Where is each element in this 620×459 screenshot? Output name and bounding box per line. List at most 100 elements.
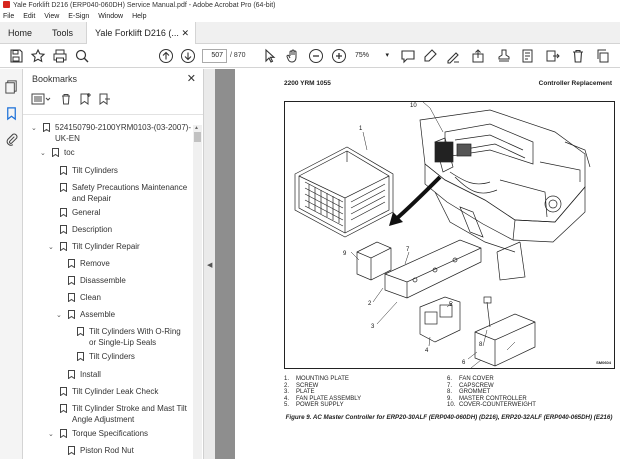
delete-bookmark-icon[interactable] [60, 93, 72, 107]
figure-caption: Figure 9. AC Master Controller for ERP20… [285, 414, 613, 421]
scrollbar-thumb[interactable] [194, 132, 201, 142]
bookmark-item[interactable]: Clean [68, 292, 188, 303]
select-cursor-icon[interactable] [262, 48, 278, 64]
bookmarks-panel-icon[interactable] [4, 106, 19, 121]
bookmark-item[interactable]: Piston Rod Nut [68, 445, 188, 456]
bookmark-icon [68, 293, 75, 302]
chevron-down-icon[interactable]: ⌄ [31, 123, 37, 134]
options-menu-icon[interactable] [31, 93, 51, 107]
window-title-bar: Yale Forklift D216 (ERP040-060DH) Servic… [0, 0, 620, 11]
bookmark-icon [60, 404, 67, 413]
bookmark-label: Clean [80, 293, 101, 302]
bookmark-item[interactable]: Tilt Cylinders [60, 165, 190, 176]
menu-esign[interactable]: E-Sign [68, 13, 89, 20]
search-icon[interactable] [74, 48, 90, 64]
bookmark-icon [60, 242, 67, 251]
hand-tool-icon[interactable] [285, 48, 301, 64]
bookmark-icon [60, 387, 67, 396]
bookmark-star-icon[interactable] [30, 48, 46, 64]
bookmark-item[interactable]: Install [68, 369, 188, 380]
share-icon[interactable] [470, 48, 486, 64]
window-title: Yale Forklift D216 (ERP040-060DH) Servic… [13, 2, 276, 9]
bookmark-item[interactable]: General [60, 207, 190, 218]
collapse-panel-icon[interactable]: ◀ [207, 261, 212, 269]
edit-document-icon[interactable] [520, 48, 536, 64]
pages-thumbnail-icon[interactable] [4, 79, 19, 94]
chevron-down-icon[interactable]: ⌄ [48, 242, 54, 253]
bookmarks-scrollbar[interactable]: ▲ [193, 125, 202, 459]
menu-window[interactable]: Window [98, 13, 123, 20]
bookmark-item[interactable]: Safety Precautions Maintenance and Repai… [60, 182, 190, 204]
chevron-down-icon[interactable]: ⌄ [48, 429, 54, 440]
legend-item: 9. MASTER CONTROLLER [447, 395, 527, 402]
chevron-down-icon[interactable]: ⌄ [56, 310, 62, 321]
callout-5: 5 [449, 302, 453, 308]
legend-item: 3. PLATE [284, 389, 315, 396]
zoom-in-icon[interactable] [331, 48, 347, 64]
chevron-down-icon[interactable]: ⌄ [40, 148, 46, 159]
menu-edit[interactable]: Edit [23, 13, 35, 20]
bookmark-item[interactable]: Description [60, 224, 190, 235]
bookmark-label: Tilt Cylinder Stroke and Mast Tilt Angle… [72, 404, 187, 424]
bookmark-item[interactable]: Tilt Cylinder Stroke and Mast Tilt Angle… [60, 403, 190, 425]
bookmark-icon [60, 225, 67, 234]
legend-item: 7. CAPSCREW [447, 382, 494, 389]
bookmark-icon [68, 370, 75, 379]
comment-icon[interactable] [400, 48, 416, 64]
copy-icon[interactable] [595, 48, 611, 64]
bookmark-label: Tilt Cylinders [89, 352, 135, 361]
bookmark-label: Torque Specifications [72, 429, 149, 438]
callout-10: 10 [410, 103, 417, 109]
attachments-icon[interactable] [4, 132, 19, 147]
tab-document[interactable]: Yale Forklift D216 (... ✕ [86, 22, 196, 45]
zoom-out-icon[interactable] [308, 48, 324, 64]
callout-4: 4 [425, 348, 429, 354]
bookmark-label: toc [64, 148, 75, 157]
highlight-pen-icon[interactable] [422, 48, 438, 64]
save-icon[interactable] [8, 48, 24, 64]
bookmark-icon [52, 148, 59, 157]
bookmark-icon [60, 208, 67, 217]
bookmark-icon [68, 310, 75, 319]
export-icon[interactable] [545, 48, 561, 64]
scroll-up-icon[interactable]: ▲ [194, 125, 199, 131]
menu-view[interactable]: View [44, 13, 59, 20]
bookmark-item[interactable]: ⌄ Assemble [56, 309, 186, 320]
callout-9: 9 [343, 251, 347, 257]
bookmark-item[interactable]: ⌄ Torque Specifications [48, 428, 188, 439]
stamp-icon[interactable] [496, 48, 512, 64]
page-number-input[interactable]: 507 [202, 49, 227, 63]
tab-home[interactable]: Home [0, 22, 40, 44]
print-icon[interactable] [52, 48, 68, 64]
bookmark-label: Tilt Cylinders With O-Ring or Single-Lip… [89, 327, 181, 347]
signature-pen-icon[interactable] [445, 48, 461, 64]
bookmark-item[interactable]: ⌄ 524150790-2100YRM0103-(03-2007)-UK-EN [31, 122, 193, 146]
bookmark-item[interactable]: Tilt Cylinders With O-Ring or Single-Lip… [77, 326, 189, 348]
new-bookmark-icon[interactable] [79, 93, 91, 107]
bookmark-item[interactable]: ⌄ Tilt Cylinder Repair [48, 241, 188, 252]
bookmark-label: Assemble [80, 310, 116, 319]
panel-splitter[interactable]: ◀ [203, 69, 215, 459]
expand-bookmarks-icon[interactable] [98, 93, 110, 107]
menu-file[interactable]: File [3, 13, 14, 20]
bookmark-icon [60, 183, 67, 192]
page-up-icon[interactable] [158, 48, 174, 64]
menu-help[interactable]: Help [132, 13, 146, 20]
controller-exploded-diagram: 10 1 9 7 2 3 4 5 6 8 [294, 101, 591, 369]
tab-tools[interactable]: Tools [40, 22, 85, 44]
delete-icon[interactable] [570, 48, 586, 64]
callout-3: 3 [371, 324, 375, 330]
page-down-icon[interactable] [180, 48, 196, 64]
document-viewer[interactable]: 2200 YRM 1055 Controller Replacement 10 … [215, 69, 620, 459]
bookmark-item[interactable]: Remove [68, 258, 188, 269]
close-tab-icon[interactable]: ✕ [181, 22, 189, 44]
close-panel-icon[interactable]: ✕ [187, 72, 196, 85]
bookmark-item[interactable]: Disassemble [68, 275, 188, 286]
bookmark-item[interactable]: Tilt Cylinder Leak Check [60, 386, 190, 397]
bookmark-item[interactable]: ⌄ toc [40, 147, 180, 158]
page-header-right: Controller Replacement [538, 80, 612, 87]
legend-item: 2. SCREW [284, 382, 319, 389]
bookmark-icon [60, 166, 67, 175]
bookmark-item[interactable]: Tilt Cylinders [77, 351, 189, 362]
zoom-select[interactable]: 75% ▾ [355, 49, 389, 63]
